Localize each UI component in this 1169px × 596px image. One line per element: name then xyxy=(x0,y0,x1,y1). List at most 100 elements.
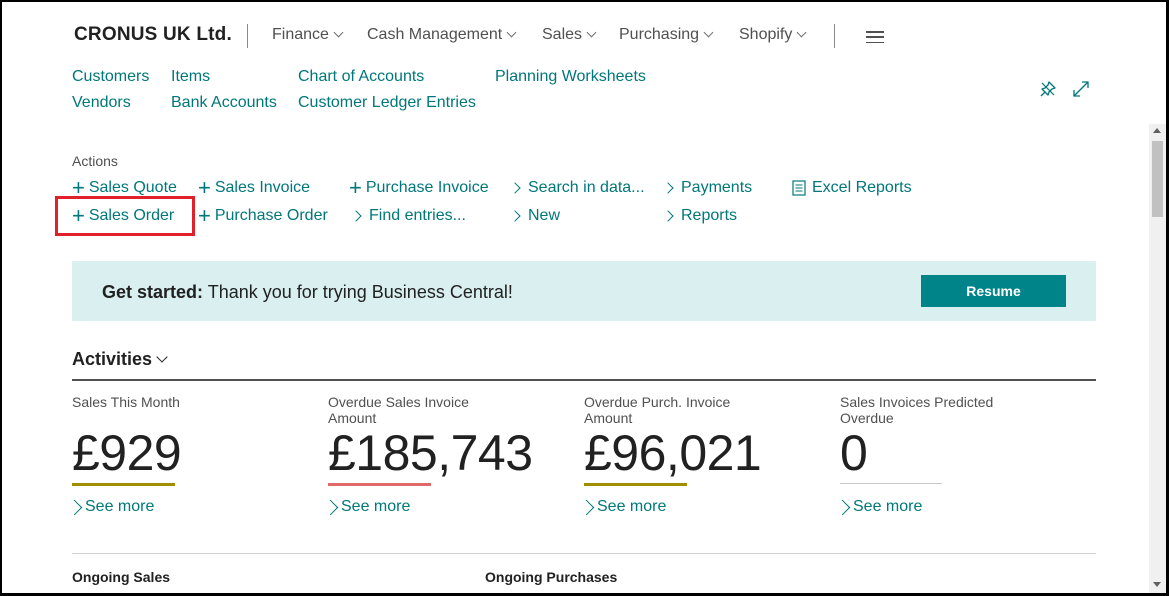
get-started-banner: Get started: Thank you for trying Busine… xyxy=(72,261,1096,321)
tile-value: £96,021 xyxy=(584,425,762,481)
tile-overdue-sales-invoice[interactable]: Overdue Sales Invoice Amount £185,743 Se… xyxy=(322,394,558,515)
menu-cash-management[interactable]: Cash Management xyxy=(367,26,517,44)
link-customers[interactable]: Customers xyxy=(72,68,149,86)
link-bank-accounts[interactable]: Bank Accounts xyxy=(171,94,277,112)
chevron-right-icon xyxy=(66,499,83,515)
scroll-up-arrow-icon[interactable] xyxy=(1153,128,1161,133)
activities-header[interactable]: Activities xyxy=(72,349,168,370)
link-chart-of-accounts[interactable]: Chart of Accounts xyxy=(298,68,424,86)
menu-shopify[interactable]: Shopify xyxy=(739,26,807,44)
action-excel-reports[interactable]: Excel Reports xyxy=(792,179,912,197)
see-more-link[interactable]: See more xyxy=(578,498,666,516)
action-label: Find entries... xyxy=(369,207,466,224)
menu-finance[interactable]: Finance xyxy=(272,26,344,44)
action-payments[interactable]: Payments xyxy=(662,179,753,197)
tile-sales-invoices-predicted-overdue[interactable]: Sales Invoices Predicted Overdue 0 See m… xyxy=(834,394,1070,515)
ongoing-sales-title: Ongoing Sales xyxy=(72,569,171,585)
actions-label: Actions xyxy=(72,153,118,169)
plus-icon: + xyxy=(198,175,211,200)
hamburger-icon[interactable] xyxy=(866,31,884,43)
tile-overdue-purch-invoice[interactable]: Overdue Purch. Invoice Amount £96,021 Se… xyxy=(578,394,814,515)
action-label: Sales Quote xyxy=(88,179,177,196)
action-label: New xyxy=(528,207,561,224)
see-more-link[interactable]: See more xyxy=(322,498,410,516)
tile-status-bar xyxy=(72,483,175,486)
action-purchase-order[interactable]: + Purchase Order xyxy=(198,203,328,228)
chevron-down-icon xyxy=(703,27,714,38)
plus-icon: + xyxy=(198,203,211,228)
vertical-scrollbar[interactable] xyxy=(1149,124,1166,593)
scroll-down-arrow-icon[interactable] xyxy=(1153,582,1161,587)
action-sales-quote[interactable]: + Sales Quote xyxy=(72,175,177,200)
action-label: Payments xyxy=(681,179,753,196)
plus-icon: + xyxy=(72,175,85,200)
link-customer-ledger-entries[interactable]: Customer Ledger Entries xyxy=(298,94,476,112)
chevron-down-icon xyxy=(796,27,807,38)
tile-label: Sales Invoices Predicted Overdue xyxy=(840,394,994,426)
menu-label: Finance xyxy=(272,26,329,43)
chevron-down-icon xyxy=(333,27,344,38)
chevron-down-icon xyxy=(586,27,597,38)
menu-label: Cash Management xyxy=(367,26,503,43)
action-purchase-invoice[interactable]: + Purchase Invoice xyxy=(349,175,489,200)
menu-label: Sales xyxy=(542,26,583,43)
plus-icon: + xyxy=(349,175,362,200)
see-more-link[interactable]: See more xyxy=(834,498,922,516)
action-label: Sales Invoice xyxy=(214,179,311,196)
resume-button[interactable]: Resume xyxy=(921,275,1066,307)
link-vendors[interactable]: Vendors xyxy=(72,94,131,112)
chevron-right-icon xyxy=(834,499,851,515)
activities-divider xyxy=(72,379,1096,381)
tile-value: £185,743 xyxy=(328,425,533,481)
banner-message: Thank you for trying Business Central! xyxy=(207,282,513,302)
menu-label: Purchasing xyxy=(619,26,700,43)
tile-label: Overdue Sales Invoice Amount xyxy=(328,394,469,426)
scroll-thumb[interactable] xyxy=(1152,141,1163,217)
menu-purchasing[interactable]: Purchasing xyxy=(619,26,714,44)
chevron-right-icon xyxy=(350,210,362,222)
tile-sales-this-month[interactable]: Sales This Month £929 See more xyxy=(66,394,302,515)
action-label: Search in data... xyxy=(528,179,645,196)
section-divider xyxy=(72,553,1096,554)
tile-status-bar xyxy=(328,483,431,486)
chevron-down-icon xyxy=(506,27,517,38)
chevron-down-icon xyxy=(156,351,168,363)
tile-label: Overdue Purch. Invoice Amount xyxy=(584,394,731,426)
activities-title: Activities xyxy=(72,349,153,369)
top-navigation: CRONUS UK Ltd. Finance Cash Management S… xyxy=(2,2,1166,68)
chevron-right-icon xyxy=(509,182,521,194)
highlight-box xyxy=(55,196,195,236)
action-search-in-data[interactable]: Search in data... xyxy=(509,179,645,197)
action-label: Purchase Order xyxy=(214,207,328,224)
tile-status-bar xyxy=(584,483,687,486)
menu-label: Shopify xyxy=(739,26,793,43)
link-items[interactable]: Items xyxy=(171,68,210,86)
role-center-page: CRONUS UK Ltd. Finance Cash Management S… xyxy=(2,2,1166,593)
chevron-right-icon xyxy=(322,499,339,515)
action-label: Reports xyxy=(681,207,738,224)
action-new[interactable]: New xyxy=(509,207,561,225)
action-label: Purchase Invoice xyxy=(365,179,489,196)
action-sales-invoice[interactable]: + Sales Invoice xyxy=(198,175,311,200)
chevron-right-icon xyxy=(578,499,595,515)
action-label: Excel Reports xyxy=(812,179,912,196)
chevron-right-icon xyxy=(509,210,521,222)
expand-icon[interactable] xyxy=(1072,80,1090,98)
action-find-entries[interactable]: Find entries... xyxy=(350,207,466,225)
chevron-right-icon xyxy=(662,182,674,194)
pin-icon[interactable] xyxy=(1039,80,1057,98)
menu-sales[interactable]: Sales xyxy=(542,26,597,44)
tile-value: 0 xyxy=(840,425,868,481)
nav-divider xyxy=(247,24,248,48)
tile-status-bar xyxy=(840,483,942,484)
banner-lead: Get started: xyxy=(102,282,204,302)
nav-divider xyxy=(834,24,835,48)
ongoing-purchases-title: Ongoing Purchases xyxy=(485,569,618,585)
see-more-link[interactable]: See more xyxy=(66,498,154,516)
company-name[interactable]: CRONUS UK Ltd. xyxy=(74,24,232,46)
action-reports[interactable]: Reports xyxy=(662,207,738,225)
tile-label: Sales This Month xyxy=(72,394,180,410)
excel-report-icon xyxy=(792,180,806,196)
chevron-right-icon xyxy=(662,210,674,222)
link-planning-worksheets[interactable]: Planning Worksheets xyxy=(495,68,646,86)
